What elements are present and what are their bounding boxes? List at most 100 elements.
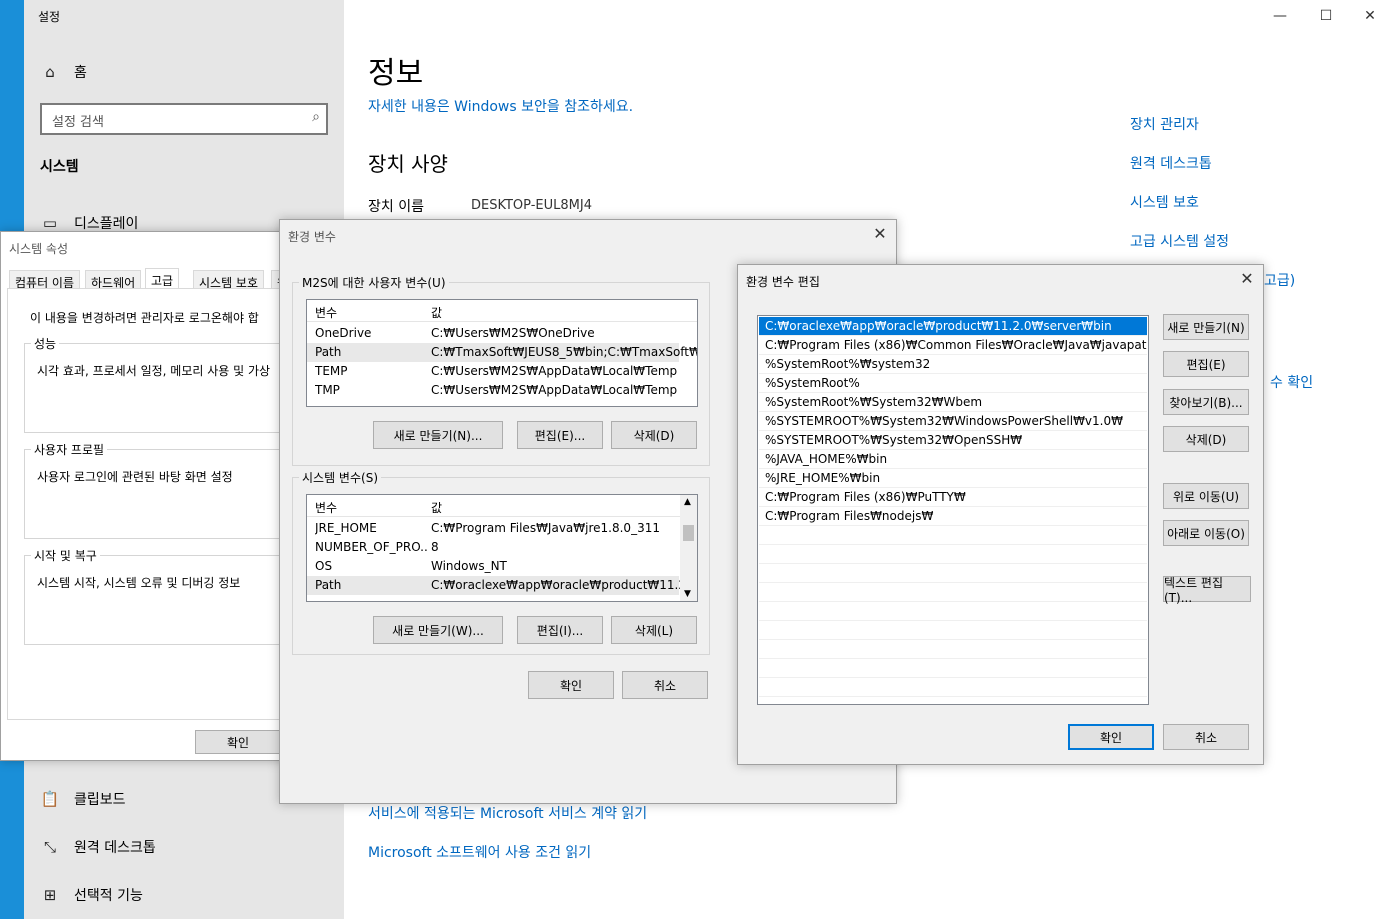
path-item[interactable]: %SystemRoot%₩system32 xyxy=(759,355,1147,374)
path-item[interactable]: %JAVA_HOME%₩bin xyxy=(759,450,1147,469)
clipboard-icon: 📋 xyxy=(40,790,60,808)
empty-row xyxy=(759,621,1147,640)
user-edit-button[interactable]: 편집(E)... xyxy=(517,421,603,449)
search-placeholder: 설정 검색 xyxy=(52,115,104,130)
delete-button[interactable]: 삭제(D) xyxy=(1163,426,1249,452)
ok-button[interactable]: 확인 xyxy=(1068,724,1154,750)
empty-row xyxy=(759,545,1147,564)
admin-note: 이 내용을 변경하려면 관리자로 로그온해야 합 xyxy=(30,311,259,325)
user-profile-group: 사용자 프로필 사용자 로그인에 관련된 바탕 화면 설정 xyxy=(24,441,314,539)
group-label: M2S에 대한 사용자 변수(U) xyxy=(299,274,449,291)
user-vars-group: M2S에 대한 사용자 변수(U) 변수 값 OneDrive C:₩Users… xyxy=(292,274,710,466)
browse-button[interactable]: 찾아보기(B)... xyxy=(1163,389,1249,415)
var-name: TEMP xyxy=(315,364,348,378)
new-button[interactable]: 새로 만들기(N) xyxy=(1163,314,1249,340)
ok-button[interactable]: 확인 xyxy=(528,671,614,699)
table-row[interactable]: Path C:₩TmaxSoft₩JEUS8_5₩bin;C:₩TmaxSoft… xyxy=(307,343,697,362)
system-protection-link[interactable]: 시스템 보호 xyxy=(1130,192,1199,212)
ok-button[interactable]: 확인 xyxy=(195,730,281,754)
home-icon: ⌂ xyxy=(45,63,55,81)
var-name: TMP xyxy=(315,383,340,397)
security-link[interactable]: 자세한 내용은 Windows 보안을 참조하세요. xyxy=(368,96,633,116)
edit-env-var-dialog: 환경 변수 편집 ✕ C:₩oraclexe₩app₩oracle₩produc… xyxy=(737,264,1264,765)
empty-row xyxy=(759,678,1147,697)
close-button[interactable]: ✕ xyxy=(1237,269,1257,289)
nav-clipboard[interactable]: 📋 클립보드 xyxy=(40,789,126,809)
nav-section-heading: 시스템 xyxy=(40,159,79,175)
table-row[interactable]: OneDrive C:₩Users₩M2S₩OneDrive xyxy=(307,324,679,343)
remote-desktop-link[interactable]: 원격 데스크톱 xyxy=(1130,153,1212,173)
advanced-settings-link[interactable]: 고급 시스템 설정 xyxy=(1130,231,1229,251)
var-value: C:₩TmaxSoft₩JEUS8_5₩bin;C:₩TmaxSoft₩... xyxy=(431,345,698,359)
user-delete-button[interactable]: 삭제(D) xyxy=(611,421,697,449)
group-label: 성능 xyxy=(31,335,60,352)
table-row[interactable]: NUMBER_OF_PRO... 8 xyxy=(307,538,679,557)
user-vars-list[interactable]: 변수 값 OneDrive C:₩Users₩M2S₩OneDrive Path… xyxy=(306,299,698,407)
list-header: 변수 값 xyxy=(307,495,697,517)
table-row[interactable]: TMP C:₩Users₩M2S₩AppData₩Local₩Temp xyxy=(307,381,679,400)
edit-text-button[interactable]: 텍스트 편집(T)... xyxy=(1163,576,1251,605)
scroll-thumb[interactable] xyxy=(683,525,694,541)
edit-button[interactable]: 편집(E) xyxy=(1163,351,1249,377)
cancel-button[interactable]: 취소 xyxy=(622,671,708,699)
table-row[interactable]: TEMP C:₩Users₩M2S₩AppData₩Local₩Temp xyxy=(307,362,679,381)
minimize-button[interactable]: — xyxy=(1260,4,1300,28)
dialog-title: 시스템 속성 xyxy=(9,242,69,256)
nav-remote-desktop[interactable]: ⤡ 원격 데스크톱 xyxy=(40,837,156,857)
partial-link-2[interactable]: 수 확인 xyxy=(1270,372,1313,392)
nav-home[interactable]: ⌂ 홈 xyxy=(40,62,87,82)
path-list[interactable]: C:₩oraclexe₩app₩oracle₩product₩11.2.0₩se… xyxy=(757,315,1149,705)
cancel-button[interactable]: 취소 xyxy=(1163,724,1249,750)
nav-remote-desktop-label: 원격 데스크톱 xyxy=(74,840,156,856)
remote-desktop-icon: ⤡ xyxy=(43,838,56,856)
close-button[interactable]: ✕ xyxy=(870,224,890,244)
performance-group: 성능 시각 효과, 프로세서 일정, 메모리 사용 및 가상 xyxy=(24,335,314,433)
grid-icon: ⊞ xyxy=(43,886,57,904)
tab-panel: 이 내용을 변경하려면 관리자로 로그온해야 합 성능 시각 효과, 프로세서 … xyxy=(7,288,314,720)
table-row[interactable]: Path C:₩oraclexe₩app₩oracle₩product₩11.2… xyxy=(307,576,697,595)
service-agreement-link[interactable]: 서비스에 적용되는 Microsoft 서비스 계약 읽기 xyxy=(368,803,647,823)
col-header-var: 변수 xyxy=(315,306,338,320)
scrollbar[interactable]: ▲ ▼ xyxy=(680,495,697,601)
system-new-button[interactable]: 새로 만들기(W)... xyxy=(373,616,503,644)
path-item[interactable]: C:₩Program Files (x86)₩Common Files₩Orac… xyxy=(759,336,1147,355)
path-item[interactable]: C:₩oraclexe₩app₩oracle₩product₩11.2.0₩se… xyxy=(759,317,1147,336)
var-value: Windows_NT xyxy=(431,559,507,573)
var-value: C:₩Users₩M2S₩AppData₩Local₩Temp xyxy=(431,364,678,378)
path-item[interactable]: %SystemRoot%₩System32₩Wbem xyxy=(759,393,1147,412)
path-item[interactable]: %SYSTEMROOT%₩System32₩WindowsPowerShell₩… xyxy=(759,412,1147,431)
path-item[interactable]: %SystemRoot% xyxy=(759,374,1147,393)
empty-row xyxy=(759,659,1147,678)
table-row[interactable]: OS Windows_NT xyxy=(307,557,679,576)
page-title: 정보 xyxy=(368,56,424,91)
path-item[interactable]: C:₩Program Files (x86)₩PuTTY₩ xyxy=(759,488,1147,507)
search-input[interactable]: 설정 검색 ⌕ xyxy=(40,103,328,135)
path-item[interactable]: C:₩Program Files₩nodejs₩ xyxy=(759,507,1147,526)
system-delete-button[interactable]: 삭제(L) xyxy=(611,616,697,644)
partial-link-1[interactable]: 고급) xyxy=(1264,270,1295,290)
move-down-button[interactable]: 아래로 이동(O) xyxy=(1163,520,1249,546)
var-name: JRE_HOME xyxy=(315,521,377,535)
nav-clipboard-label: 클립보드 xyxy=(74,792,126,808)
path-item[interactable]: %SYSTEMROOT%₩System32₩OpenSSH₩ xyxy=(759,431,1147,450)
user-new-button[interactable]: 새로 만들기(N)... xyxy=(373,421,503,449)
system-vars-list[interactable]: 변수 값 JRE_HOME C:₩Program Files₩Java₩jre1… xyxy=(306,494,698,602)
empty-row xyxy=(759,526,1147,545)
path-item[interactable]: %JRE_HOME%₩bin xyxy=(759,469,1147,488)
var-value: C:₩Program Files₩Java₩jre1.8.0_311 xyxy=(431,521,660,535)
system-edit-button[interactable]: 편집(I)... xyxy=(517,616,603,644)
nav-display[interactable]: ▭ 디스플레이 xyxy=(40,213,139,233)
var-value: C:₩oraclexe₩app₩oracle₩product₩11.2.0... xyxy=(431,578,698,592)
empty-row xyxy=(759,583,1147,602)
col-header-val: 값 xyxy=(431,501,443,515)
nav-optional-features[interactable]: ⊞ 선택적 기능 xyxy=(40,885,143,905)
monitor-icon: ▭ xyxy=(42,214,58,232)
table-row[interactable]: JRE_HOME C:₩Program Files₩Java₩jre1.8.0_… xyxy=(307,519,679,538)
move-up-button[interactable]: 위로 이동(U) xyxy=(1163,483,1249,509)
license-terms-link[interactable]: Microsoft 소프트웨어 사용 조건 읽기 xyxy=(368,842,591,862)
maximize-button[interactable]: ☐ xyxy=(1306,4,1346,28)
close-button[interactable]: ✕ xyxy=(1350,4,1390,28)
var-name: Path xyxy=(315,578,342,592)
device-manager-link[interactable]: 장치 관리자 xyxy=(1130,114,1199,134)
col-header-val: 값 xyxy=(431,306,443,320)
